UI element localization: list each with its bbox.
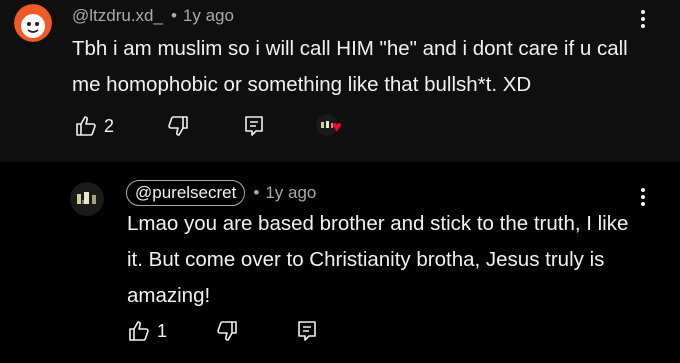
comment-actions: 2 ♥ [74,111,356,141]
comment-text: Lmao you are based brother and stick to … [127,212,629,307]
like-button[interactable]: 1 [127,319,167,343]
thumb-up-icon [76,116,96,136]
reply-button[interactable] [295,319,319,343]
creator-heart-badge: ♥ [316,111,356,141]
avatar-icon [70,182,104,216]
comment: @ltzdru.xd_ • 1y ago Tbh i am muslim so … [0,0,680,162]
author-handle[interactable]: @purelsecret [126,180,246,206]
avatar[interactable] [70,182,104,216]
separator-dot: • [253,183,260,202]
reply-button[interactable] [242,114,266,138]
reply-icon [298,321,316,341]
heart-icon: ♥ [332,119,342,136]
avatar[interactable] [14,4,52,42]
author-handle[interactable]: @ltzdru.xd_ [72,6,163,26]
like-button[interactable]: 2 [74,114,114,138]
comment-text: Tbh i am muslim so i will call HIM "he" … [72,37,628,96]
thumb-up-icon [129,321,149,341]
comment-actions: 1 [127,319,319,343]
dislike-button[interactable] [166,114,190,138]
avatar-icon [14,4,52,42]
more-options-button[interactable] [634,4,652,34]
like-count: 1 [157,320,168,341]
comment-header: @ltzdru.xd_ • 1y ago [72,6,234,26]
like-count: 2 [104,115,115,136]
timestamp: 1y ago [265,183,317,202]
dislike-button[interactable] [215,319,239,343]
more-vert-icon [641,188,645,192]
reply-icon [245,116,263,136]
thumb-down-icon [168,116,188,136]
thumb-down-icon [217,321,237,341]
more-vert-icon [641,10,645,14]
comment-header: @purelsecret • 1y ago [126,180,316,206]
separator-dot: • [170,6,177,25]
timestamp: 1y ago [182,6,234,25]
